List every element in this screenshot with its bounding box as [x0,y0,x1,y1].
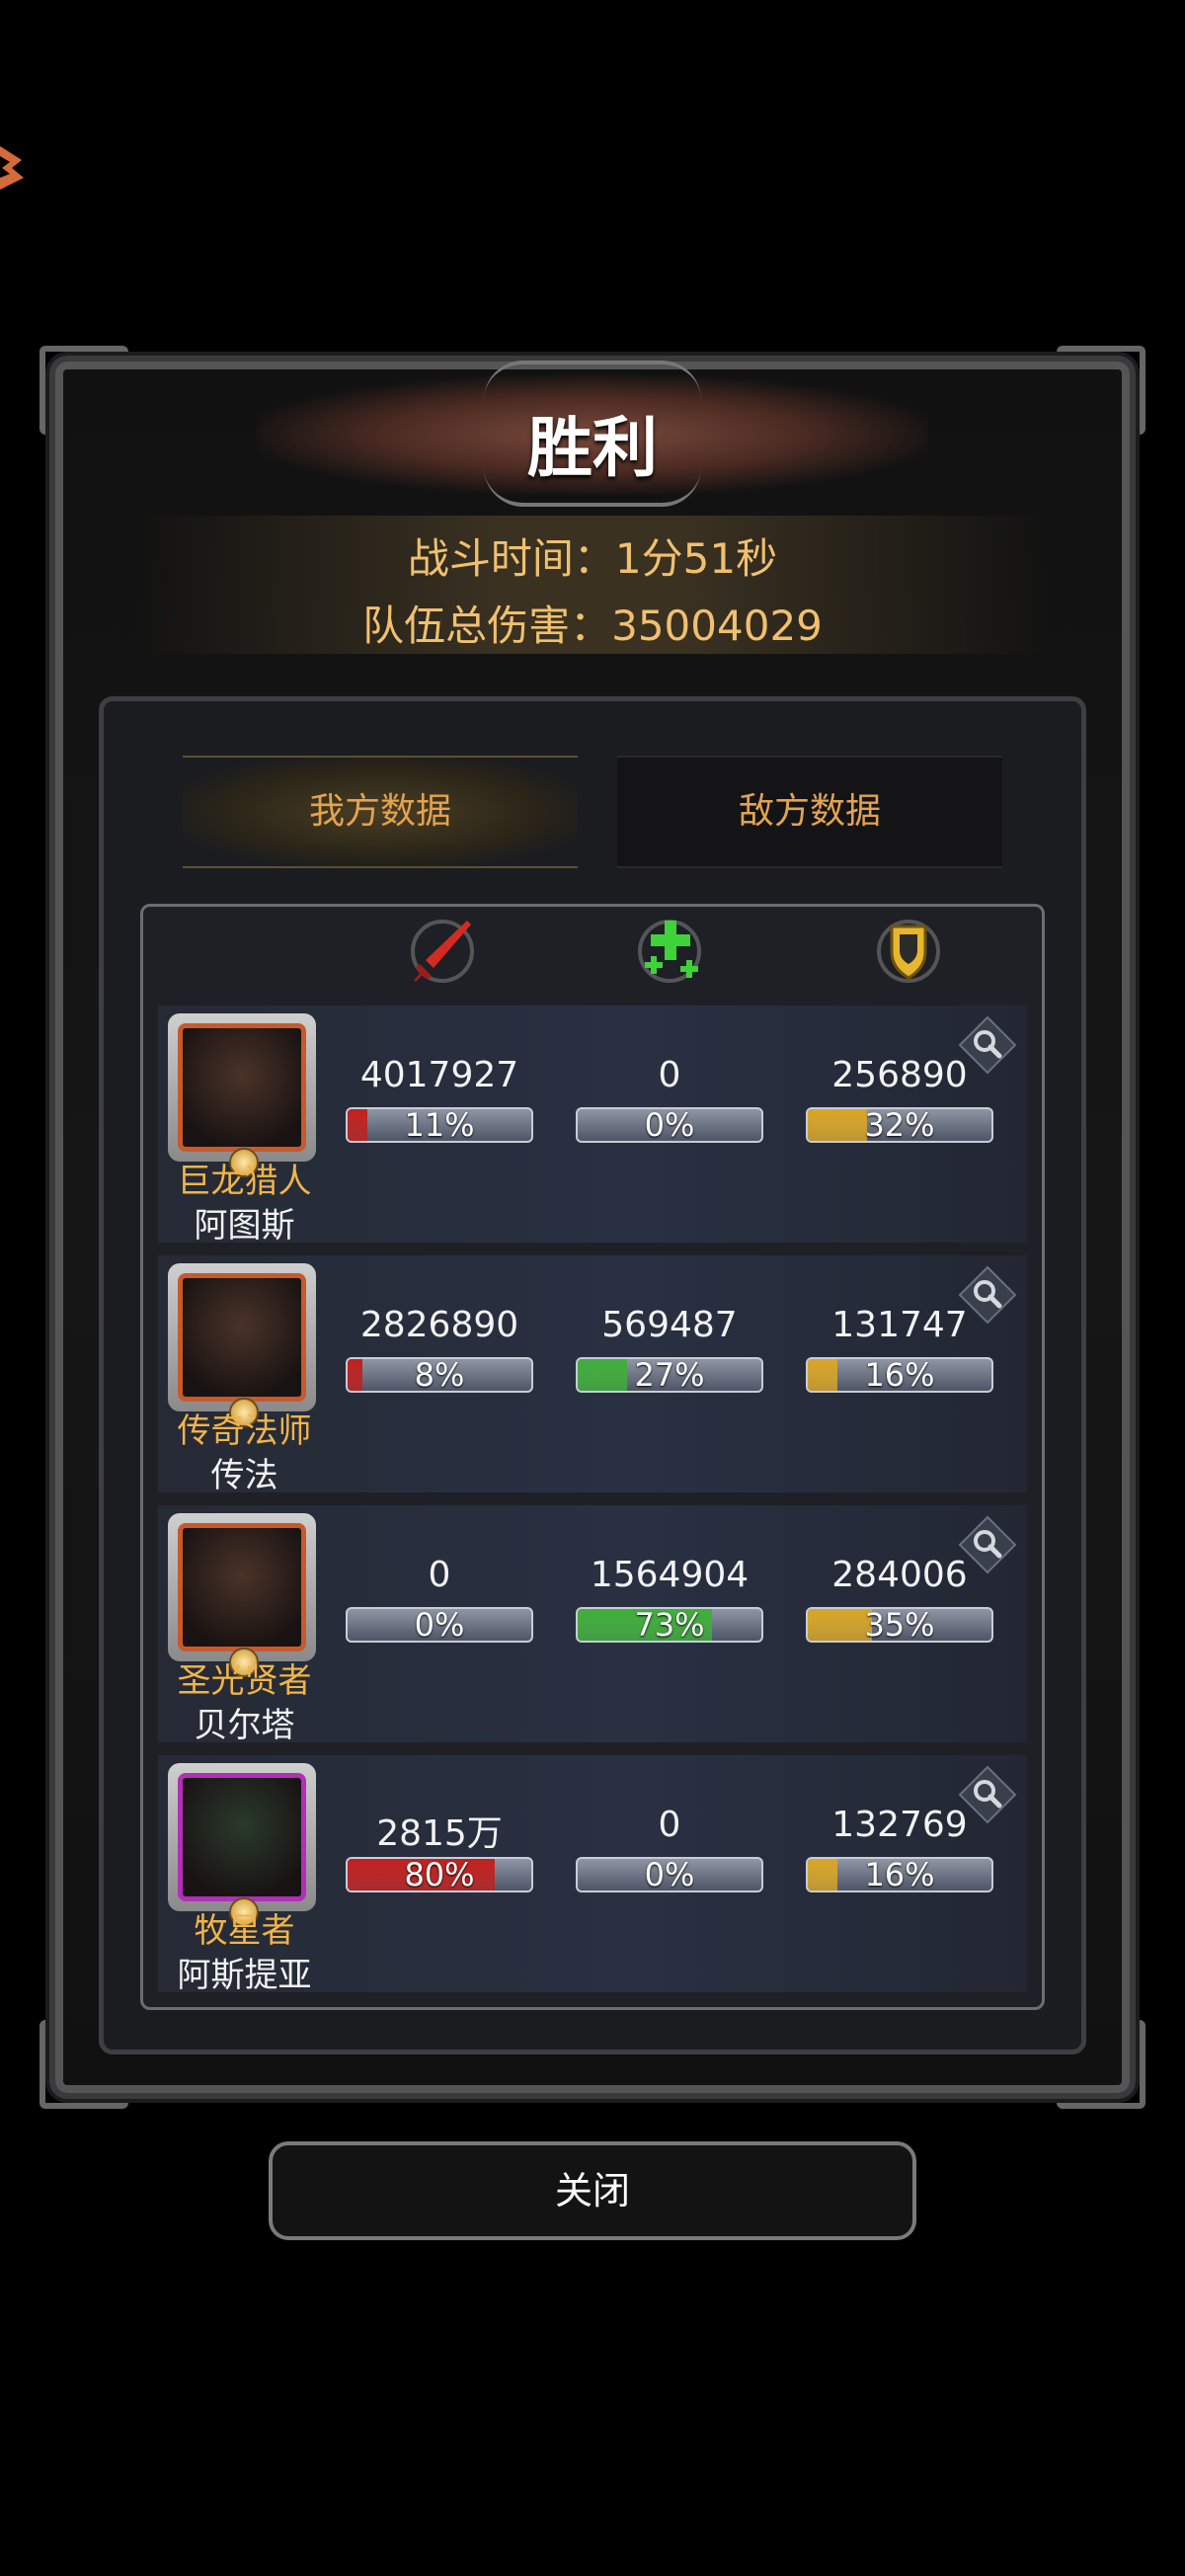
heal-share-percent: 27% [634,1357,705,1393]
shield-value: 132769 [831,1805,968,1845]
shield-share-bar: 32% [806,1107,993,1143]
heal-share-percent: 0% [644,1107,695,1143]
shield-share-bar: 16% [806,1357,993,1393]
hero-name: 阿图斯 [194,1206,295,1246]
shield-share-percent: 16% [864,1857,935,1892]
hero-row: 牧星者 阿斯提亚 2815万 80% 0 0% 132769 16% [158,1755,1027,1995]
hero-avatar[interactable] [168,1013,316,1177]
hero-row: 圣光贤者 贝尔塔 0 0% 1564904 73% 284006 35% [158,1505,1027,1745]
damage-share-percent: 11% [404,1107,475,1143]
hero-avatar[interactable] [168,1763,316,1927]
battle-time: 战斗时间：1分51秒 [407,534,778,583]
heal-share-bar: 73% [576,1607,763,1643]
damage-share-bar: 8% [346,1357,533,1393]
heal-share-percent: 73% [634,1607,705,1643]
tab-enemy-data[interactable]: 敌方数据 [617,756,1002,868]
heal-share-percent: 0% [644,1857,695,1892]
hero-class: 圣光贤者 [177,1661,312,1701]
damage-share-percent: 0% [414,1607,465,1643]
hero-avatar[interactable] [168,1263,316,1427]
hero-class: 牧星者 [194,1911,295,1951]
shield-value: 131747 [831,1305,968,1345]
shield-value: 256890 [831,1055,968,1095]
shield-share-bar: 35% [806,1607,993,1643]
team-total-damage: 队伍总伤害：35004029 [362,602,823,650]
heal-share-bar: 0% [576,1857,763,1892]
app-logo-icon [0,146,24,190]
damage-value: 4017927 [359,1055,519,1095]
damage-value: 2815万 [376,1813,503,1854]
damage-share-percent: 80% [404,1857,475,1892]
damage-share-bar: 80% [346,1857,533,1892]
heal-value: 0 [658,1805,681,1845]
damage-value: 2826890 [359,1305,519,1345]
shield-share-percent: 16% [864,1357,935,1393]
hero-row: 巨龙猎人 阿图斯 4017927 11% 0 0% 256890 32% [158,1006,1027,1246]
heal-value: 0 [658,1055,681,1095]
sword-icon [411,920,474,983]
shield-icon [877,920,940,983]
damage-share-bar: 11% [346,1107,533,1143]
hero-name: 传法 [210,1456,278,1495]
close-button[interactable]: 关闭 [269,2141,916,2240]
hero-class: 巨龙猎人 [177,1162,312,1201]
tab-our-data[interactable]: 我方数据 [183,756,578,868]
heal-value: 569487 [601,1305,738,1345]
hero-name: 贝尔塔 [194,1706,295,1745]
shield-share-bar: 16% [806,1857,993,1892]
hero-class: 传奇法师 [177,1411,312,1451]
shield-share-percent: 32% [864,1107,935,1143]
heal-value: 1564904 [590,1555,750,1595]
victory-title: 胜利 [527,410,658,486]
heal-share-bar: 0% [576,1107,763,1143]
hero-row: 传奇法师 传法 2826890 8% 569487 27% 131747 16% [158,1255,1027,1495]
heal-share-bar: 27% [576,1357,763,1393]
shield-value: 284006 [831,1555,968,1595]
hero-name: 阿斯提亚 [177,1956,312,1995]
heal-cross-icon [638,920,701,983]
damage-value: 0 [428,1555,451,1595]
shield-share-percent: 35% [864,1607,935,1643]
hero-avatar[interactable] [168,1513,316,1677]
damage-share-bar: 0% [346,1607,533,1643]
damage-share-percent: 8% [414,1357,465,1393]
